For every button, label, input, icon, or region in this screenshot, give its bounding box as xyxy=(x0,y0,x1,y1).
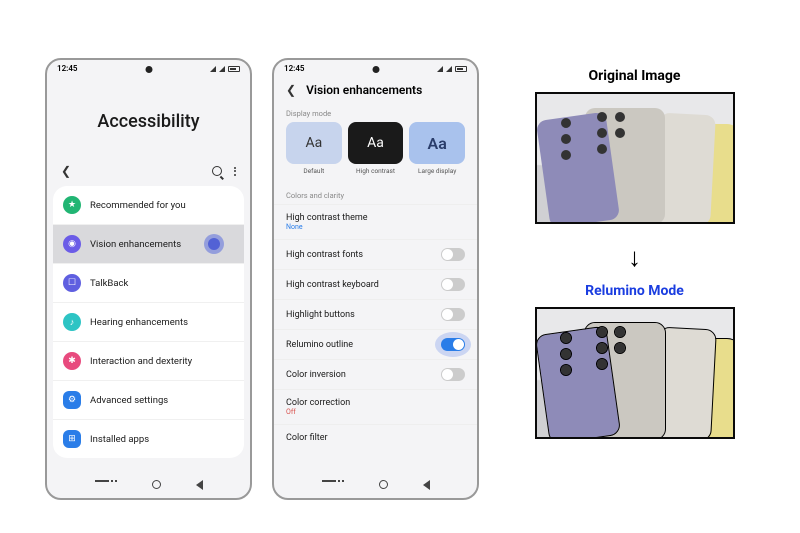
status-time: 12:45 xyxy=(284,64,304,73)
mode-high-contrast[interactable]: Aa High contrast xyxy=(348,122,404,175)
original-image xyxy=(535,92,735,224)
nav-bar xyxy=(47,476,250,494)
list-card: ★ Recommended for you ◉ Vision enhanceme… xyxy=(53,186,244,458)
back-icon[interactable]: ❮ xyxy=(61,164,71,178)
toggle-hc-keyboard[interactable] xyxy=(441,278,465,291)
eye-icon: ◉ xyxy=(63,235,81,253)
list-item-interaction[interactable]: ✱ Interaction and dexterity xyxy=(53,342,244,381)
nav-bar xyxy=(274,476,477,494)
list-item-hearing[interactable]: ♪ Hearing enhancements xyxy=(53,303,244,342)
signal-icon xyxy=(437,66,443,72)
signal-icon xyxy=(446,66,452,72)
list-item-recommended[interactable]: ★ Recommended for you xyxy=(53,186,244,225)
item-color-inversion[interactable]: Color inversion xyxy=(274,359,477,389)
gear-icon: ⚙ xyxy=(63,391,81,409)
item-color-correction[interactable]: Color correctionOff xyxy=(274,389,477,424)
phone-frame-vision: 12:45 ❮ Vision enhancements Display mode… xyxy=(272,58,479,500)
list-item-talkback[interactable]: ☐ TalkBack xyxy=(53,264,244,303)
mode-default[interactable]: Aa Default xyxy=(286,122,342,175)
mode-large-display[interactable]: Aa Large display xyxy=(409,122,465,175)
ear-icon: ♪ xyxy=(63,313,81,331)
original-title: Original Image xyxy=(589,68,681,84)
battery-icon xyxy=(228,66,240,72)
apps-icon: ⊞ xyxy=(63,430,81,448)
signal-icon xyxy=(210,66,216,72)
section-label-display: Display mode xyxy=(274,101,477,122)
toggle-relumino[interactable] xyxy=(441,338,465,351)
list-item-installed[interactable]: ⊞ Installed apps xyxy=(53,420,244,458)
toggle-hc-fonts[interactable] xyxy=(441,248,465,261)
more-icon[interactable] xyxy=(234,167,236,176)
relumino-image xyxy=(535,307,735,439)
status-bar: 12:45 xyxy=(274,60,477,75)
signal-icon xyxy=(219,66,225,72)
star-icon: ★ xyxy=(63,196,81,214)
item-highlight-buttons[interactable]: Highlight buttons xyxy=(274,299,477,329)
item-high-contrast-keyboard[interactable]: High contrast keyboard xyxy=(274,269,477,299)
talk-icon: ☐ xyxy=(63,274,81,292)
status-time: 12:45 xyxy=(57,64,77,73)
item-relumino-outline[interactable]: Relumino outline xyxy=(274,329,477,359)
page-title: Accessibility xyxy=(47,111,250,132)
hand-icon: ✱ xyxy=(63,352,81,370)
list-item-vision[interactable]: ◉ Vision enhancements xyxy=(53,225,244,264)
recents-button[interactable] xyxy=(95,480,117,490)
battery-icon xyxy=(455,66,467,72)
status-bar: 12:45 xyxy=(47,60,250,75)
item-color-filter[interactable]: Color filter xyxy=(274,424,477,451)
home-button[interactable] xyxy=(379,480,388,489)
back-button[interactable] xyxy=(423,480,430,490)
toggle-highlight[interactable] xyxy=(441,308,465,321)
relumino-title: Relumino Mode xyxy=(585,283,684,299)
back-icon[interactable]: ❮ xyxy=(286,83,296,97)
phone-frame-accessibility: 12:45 Accessibility ❮ ★ Recommended for … xyxy=(45,58,252,500)
section-label-colors: Colors and clarity xyxy=(274,183,477,204)
item-high-contrast-fonts[interactable]: High contrast fonts xyxy=(274,239,477,269)
comparison-column: Original Image ↓ Relumino Mode xyxy=(499,58,770,500)
back-button[interactable] xyxy=(196,480,203,490)
item-high-contrast-theme[interactable]: High contrast themeNone xyxy=(274,204,477,239)
recents-button[interactable] xyxy=(322,480,344,490)
toggle-inversion[interactable] xyxy=(441,368,465,381)
arrow-down-icon: ↓ xyxy=(628,242,641,273)
home-button[interactable] xyxy=(152,480,161,489)
search-icon[interactable] xyxy=(212,166,222,176)
page-title: Vision enhancements xyxy=(306,83,422,97)
touch-indicator xyxy=(204,234,224,254)
list-item-advanced[interactable]: ⚙ Advanced settings xyxy=(53,381,244,420)
